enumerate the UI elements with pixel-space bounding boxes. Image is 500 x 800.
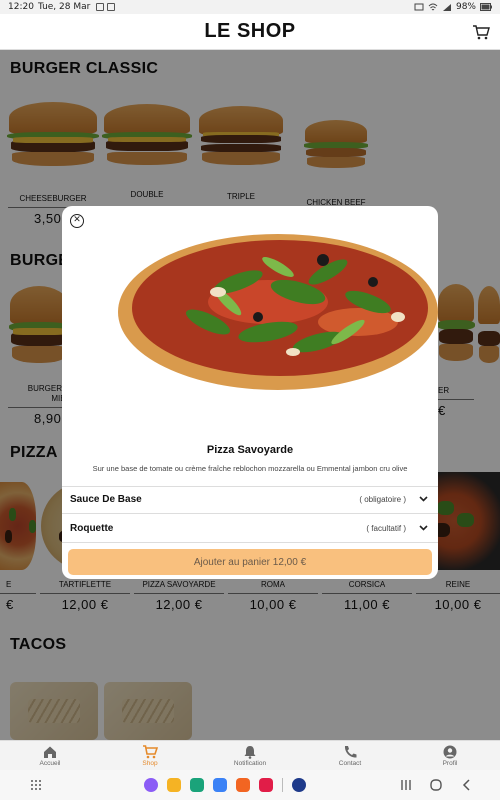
home-button-icon[interactable] [430, 779, 442, 791]
nav-label: Notification [233, 759, 267, 767]
divider [62, 513, 438, 514]
bell-icon [244, 745, 256, 759]
status-time: 12:20 [8, 2, 34, 12]
settings-app-icon[interactable] [292, 778, 306, 792]
nav-item-shop[interactable]: Shop [100, 741, 200, 770]
bottom-nav: Accueil Shop Notification Contact Profil [0, 740, 500, 770]
app-icon [107, 3, 116, 11]
battery-level: 98% [455, 2, 476, 12]
option-sauce-de-base[interactable]: Sauce De Base ( obligatoire ) [62, 486, 438, 512]
option-hint: ( facultatif ) [366, 523, 406, 533]
image-icon [96, 3, 105, 11]
cast-icon [414, 3, 424, 10]
messages-icon[interactable] [213, 778, 227, 792]
battery-icon [480, 3, 492, 11]
home-icon [44, 746, 56, 758]
option-label: Sauce De Base [70, 493, 142, 505]
youtube-icon[interactable] [259, 778, 273, 792]
notification-icons [96, 3, 116, 11]
wifi-icon [428, 3, 438, 10]
nav-item-contact[interactable]: Contact [300, 741, 400, 770]
option-hint: ( obligatoire ) [359, 494, 406, 504]
recent-apps-icon[interactable] [400, 779, 412, 791]
option-roquette[interactable]: Roquette ( facultatif ) [62, 515, 438, 541]
back-icon[interactable] [462, 779, 472, 791]
nav-label: Contact [338, 759, 362, 767]
add-to-cart-button[interactable]: Ajouter au panier 12,00 € [68, 549, 432, 575]
nav-label: Profil [442, 759, 458, 767]
system-nav-bar [0, 770, 500, 800]
cart-icon [143, 744, 158, 758]
app-title: LE SHOP [204, 20, 296, 42]
person-icon [443, 745, 457, 758]
status-date: Tue, 28 Mar [37, 2, 91, 12]
status-bar: 12:20 Tue, 28 Mar 98% [0, 0, 500, 14]
app-header: LE SHOP [0, 14, 500, 50]
nav-item-accueil[interactable]: Accueil [0, 741, 100, 770]
folder-icon[interactable] [167, 778, 181, 792]
option-label: Roquette [70, 522, 114, 534]
close-icon[interactable]: ✕ [70, 214, 84, 228]
chevron-down-icon [416, 525, 430, 531]
phone-app-icon[interactable] [190, 778, 204, 792]
modal-product-name: Pizza Savoyarde [206, 444, 294, 456]
app-drawer-icon[interactable] [30, 779, 42, 791]
nav-item-notification[interactable]: Notification [200, 741, 300, 770]
divider [62, 542, 438, 543]
app-shortcut-icon[interactable] [144, 778, 158, 792]
phone-icon [344, 745, 357, 758]
nav-item-profil[interactable]: Profil [400, 741, 500, 770]
chevron-down-icon [416, 496, 430, 502]
signal-icon [442, 3, 451, 11]
app-shortcut-icon-2[interactable] [236, 778, 250, 792]
nav-label: Shop [142, 759, 158, 767]
product-modal: ✕ Pizza Savoyarde Sur une base de tomate… [62, 206, 438, 579]
nav-label: Accueil [39, 759, 61, 767]
product-image-pizza [118, 234, 438, 390]
modal-product-description: Sur une base de tomate ou crème fraîche … [92, 464, 408, 473]
cart-icon[interactable] [472, 24, 490, 40]
